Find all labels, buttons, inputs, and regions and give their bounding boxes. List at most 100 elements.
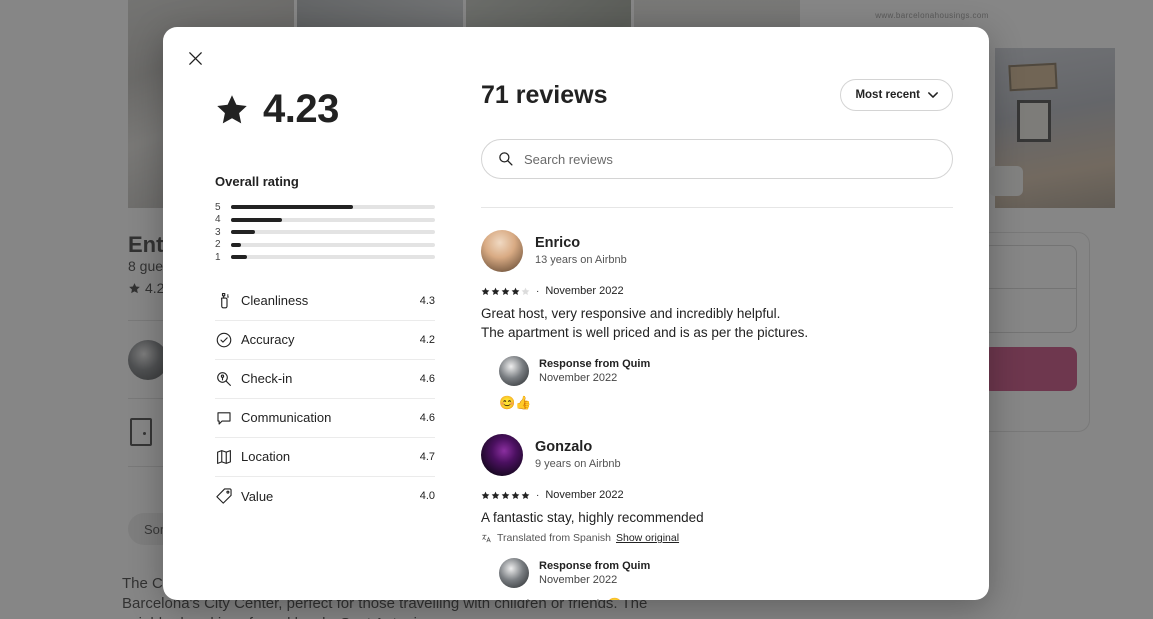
accuracy-icon	[215, 331, 241, 349]
avatar[interactable]	[481, 230, 523, 272]
sort-dropdown-label: Most recent	[855, 89, 920, 101]
overall-rating-label: Overall rating	[215, 174, 299, 189]
review-text: A fantastic stay, highly recommended	[481, 510, 704, 525]
reviewer-tenure: 13 years on Airbnb	[535, 253, 627, 266]
review-stars	[481, 287, 530, 296]
category-rating-row: Accuracy 4.2	[215, 321, 435, 360]
overall-score: 4.23	[215, 87, 435, 132]
category-value: 4.2	[419, 333, 435, 346]
host-response: Response from Quim November 2022 Un placer…	[499, 558, 953, 600]
rating-bar-label: 5	[215, 201, 221, 213]
host-response-title: Response from Quim	[539, 358, 651, 370]
category-rating-row: Communication 4.6	[215, 399, 435, 438]
category-name: Location	[241, 449, 291, 464]
rating-bar-track	[231, 230, 435, 235]
meta-separator: ·	[536, 285, 540, 297]
category-name: Check-in	[241, 371, 293, 386]
review-text: Great host, very responsive and incredib…	[481, 306, 809, 340]
review-item: Gonzalo 9 years on Airbnb · November 2022 A …	[481, 412, 953, 600]
checkin-icon	[215, 370, 241, 388]
category-name: Cleanliness	[241, 293, 309, 308]
category-value: 4.6	[419, 411, 435, 424]
host-response-title: Response from Quim	[539, 560, 651, 572]
review-date: November 2022	[545, 285, 624, 297]
host-response-text: Un placer Gonzalo😊	[499, 596, 953, 600]
search-icon	[499, 152, 513, 166]
translate-icon	[481, 533, 492, 544]
reviews-list: Enrico 13 years on Airbnb · November 2022 Gr…	[481, 208, 953, 600]
show-original-link[interactable]: Show original	[616, 532, 679, 544]
avatar[interactable]	[499, 558, 529, 588]
rating-bar-track	[231, 217, 435, 222]
category-name: Accuracy	[241, 332, 295, 347]
rating-bar-fill	[231, 230, 256, 235]
avatar[interactable]	[499, 356, 529, 386]
reviewer-tenure: 9 years on Airbnb	[535, 457, 621, 470]
star-icon	[481, 491, 490, 499]
category-value: 4.3	[419, 294, 435, 307]
location-icon	[215, 448, 241, 466]
search-input[interactable]	[481, 139, 953, 179]
category-value: 4.6	[419, 372, 435, 385]
cleanliness-icon	[215, 292, 241, 310]
star-icon	[501, 287, 510, 295]
host-response: Response from Quim November 2022 😊👍	[499, 356, 953, 412]
host-response-header: Response from Quim November 2022	[499, 558, 953, 588]
rating-bar-row: 3	[215, 226, 435, 239]
rating-bar-label: 4	[215, 214, 221, 226]
value-icon	[215, 487, 241, 505]
meta-separator: ·	[536, 489, 540, 501]
overall-score-value: 4.23	[263, 87, 339, 131]
rating-bar-label: 3	[215, 226, 221, 238]
reviews-count: 71 reviews	[481, 80, 608, 109]
sort-dropdown[interactable]: Most recent	[840, 79, 953, 111]
reviewer-name: Gonzalo	[535, 438, 593, 455]
review-item: Enrico 13 years on Airbnb · November 2022 Gr…	[481, 208, 953, 412]
search-reviews-wrapper	[481, 139, 953, 179]
rating-bar-fill	[231, 205, 354, 210]
reviewer-identity: Gonzalo 9 years on Airbnb	[481, 434, 953, 476]
rating-bar-fill	[231, 242, 242, 247]
star-icon	[491, 287, 500, 295]
category-rating-row: Value 4.0	[215, 477, 435, 516]
review-stars	[481, 491, 530, 500]
star-icon	[491, 491, 500, 499]
host-response-date: November 2022	[539, 372, 618, 384]
star-icon	[511, 287, 520, 295]
category-rating-row: Location 4.7	[215, 438, 435, 477]
star-icon	[511, 491, 520, 499]
star-icon	[521, 287, 530, 295]
category-rating-row: Cleanliness 4.3	[215, 282, 435, 321]
rating-bar-label: 2	[215, 239, 221, 251]
reviewer-name: Enrico	[535, 234, 581, 251]
ratings-summary-panel: 4.23 Overall rating 54321 Cleanliness 4.3…	[163, 79, 453, 600]
rating-bar-row: 1	[215, 251, 435, 264]
close-button[interactable]	[179, 42, 211, 74]
category-name: Communication	[241, 410, 332, 425]
category-value: 4.0	[419, 490, 435, 502]
rating-bar-row: 2	[215, 239, 435, 252]
communication-icon	[215, 409, 241, 427]
star-icon	[217, 94, 247, 123]
avatar[interactable]	[481, 434, 523, 476]
screen: www.barcelonahousings.com Entire rental …	[0, 0, 1153, 619]
translation-note-label: Translated from Spanish	[497, 532, 611, 544]
review-meta: · November 2022	[481, 285, 953, 297]
rating-bar-row: 4	[215, 214, 435, 227]
category-name: Value	[241, 488, 274, 504]
chevron-down-icon	[928, 92, 938, 98]
star-icon	[481, 287, 490, 295]
star-icon	[501, 491, 510, 499]
reviews-header: 71 reviews Most recent	[481, 79, 953, 111]
rating-bar-label: 1	[215, 251, 221, 263]
review-date: November 2022	[545, 489, 624, 501]
rating-bar-track	[231, 242, 435, 247]
host-response-date: November 2022	[539, 574, 618, 586]
rating-distribution: 54321	[215, 201, 435, 264]
reviews-modal: 4.23 Overall rating 54321 Cleanliness 4.3…	[163, 27, 989, 600]
rating-bar-fill	[231, 255, 248, 260]
reviews-panel: 71 reviews Most recent Search reviews En…	[453, 79, 989, 600]
host-response-header: Response from Quim November 2022	[499, 356, 953, 386]
category-ratings: Cleanliness 4.3 Accuracy 4.2 Check-in 4.6 Comm…	[215, 282, 435, 516]
translation-note: Translated from Spanish Show original	[481, 532, 953, 544]
